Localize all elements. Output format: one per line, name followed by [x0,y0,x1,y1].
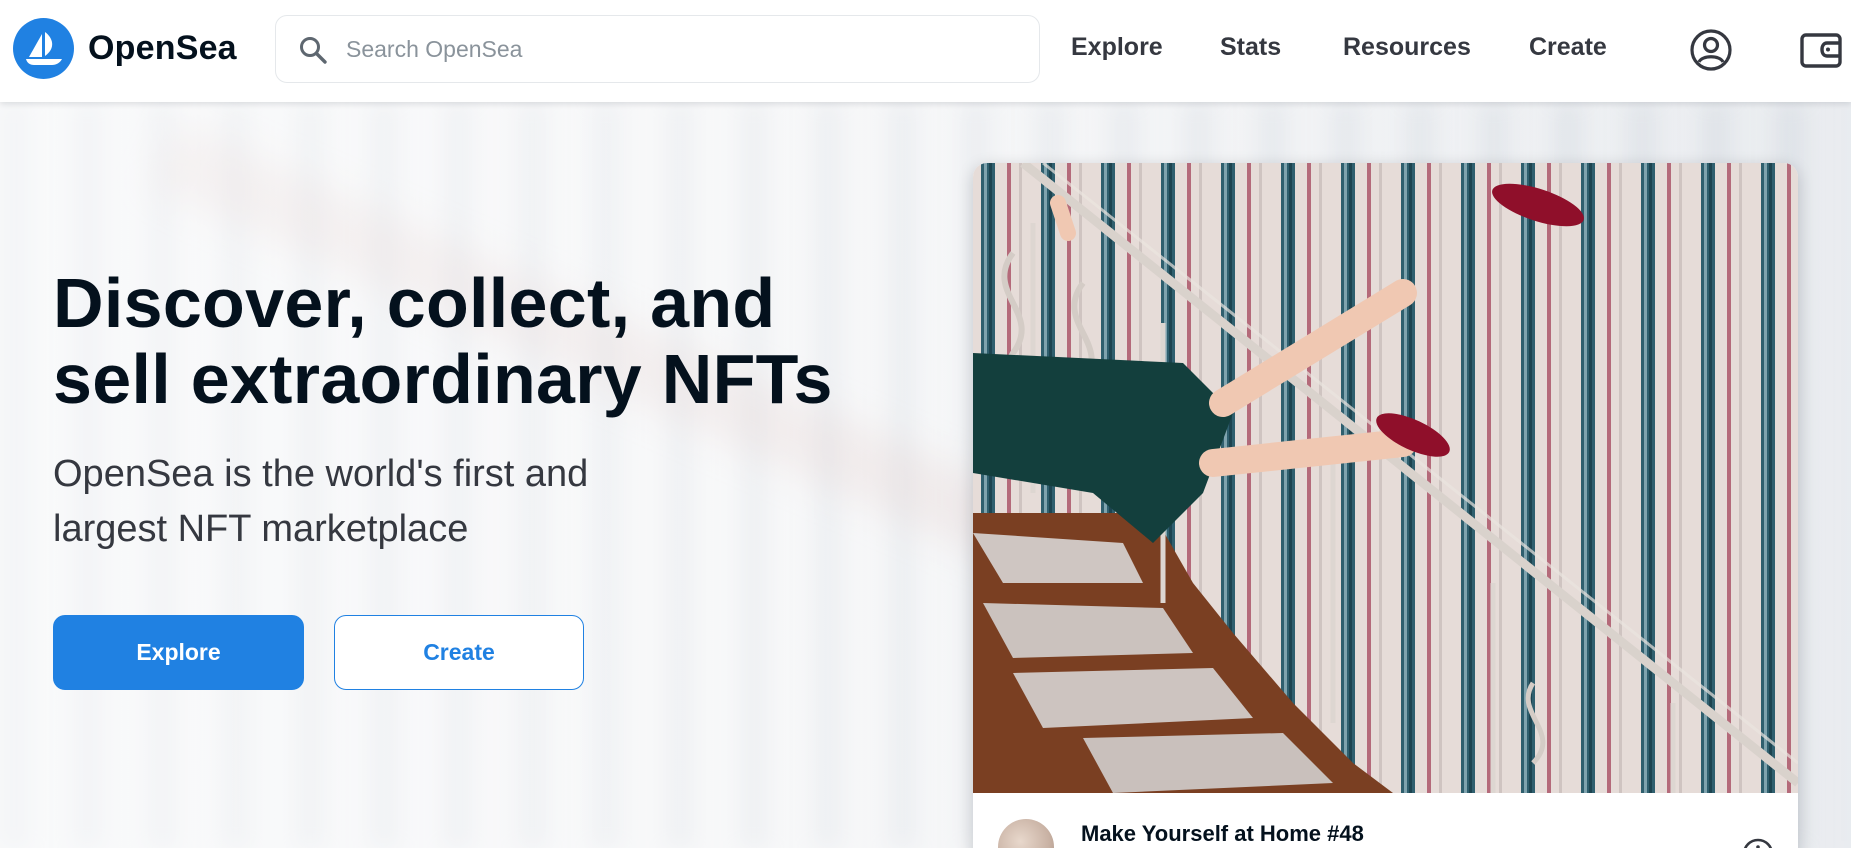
hero-title: Discover, collect, and sell extraordinar… [53,264,833,418]
brand-name[interactable]: OpenSea [88,29,237,68]
brand-home-link[interactable]: OpenSea [13,18,237,79]
search-bar[interactable] [275,15,1040,83]
featured-nft-image [973,163,1798,793]
hero-subtitle: OpenSea is the world's first and largest… [53,453,589,550]
hero-section: Discover, collect, and sell extraordinar… [0,102,1851,848]
top-nav-bar: OpenSea Explore Stats Resources Create [0,0,1851,102]
search-input[interactable] [346,16,1026,82]
nav-resources-link[interactable]: Resources [1343,33,1471,62]
opensea-logo-icon[interactable] [13,18,74,79]
nav-stats-link[interactable]: Stats [1220,33,1281,62]
featured-nft-card[interactable]: Make Yourself at Home #48 [973,163,1798,848]
explore-button[interactable]: Explore [53,615,304,690]
featured-nft-footer: Make Yourself at Home #48 [973,793,1798,848]
nav-explore-link[interactable]: Explore [1071,33,1163,62]
account-icon[interactable] [1689,28,1733,72]
info-icon[interactable] [1741,837,1775,848]
creator-avatar[interactable] [998,819,1054,848]
nav-create-link[interactable]: Create [1529,33,1607,62]
search-icon [300,37,327,64]
create-button[interactable]: Create [334,615,584,690]
wallet-icon[interactable] [1799,28,1843,72]
featured-nft-title[interactable]: Make Yourself at Home #48 [1081,821,1364,847]
